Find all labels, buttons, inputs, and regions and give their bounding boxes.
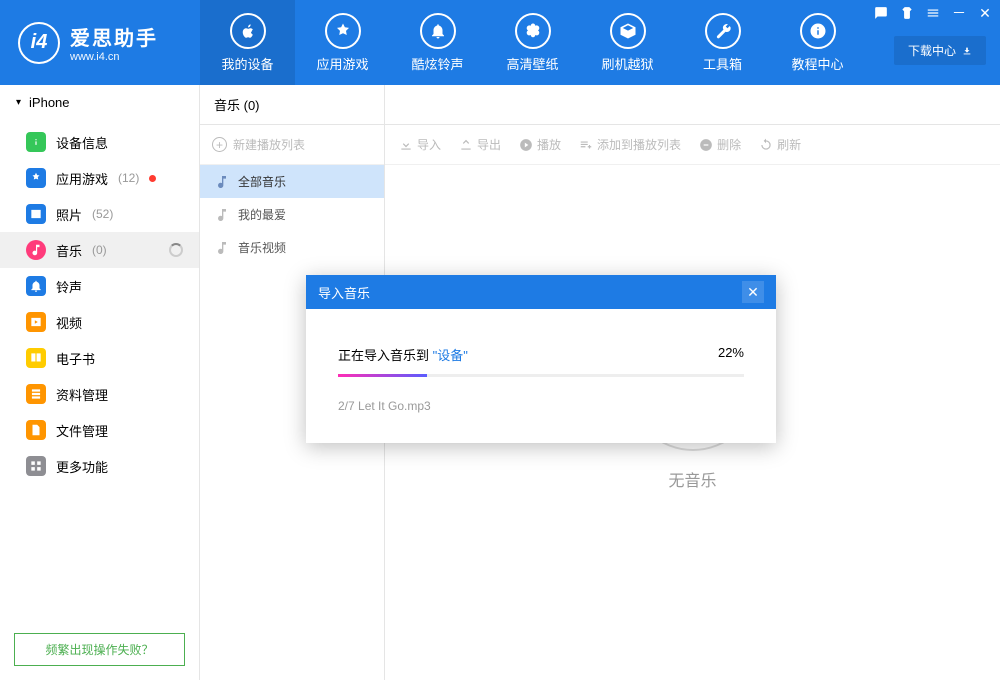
sidebar-file-mgmt[interactable]: 文件管理	[0, 412, 199, 448]
nav-wallpapers[interactable]: 高清壁纸	[485, 0, 580, 85]
sidebar-music[interactable]: 音乐 (0)	[0, 232, 199, 268]
delete-button[interactable]: 删除	[699, 136, 741, 153]
refresh-button[interactable]: 刷新	[759, 136, 801, 153]
app-subtitle: www.i4.cn	[70, 51, 158, 63]
progress-message: 正在导入音乐到 "设备"	[338, 345, 468, 364]
progress-percent: 22%	[718, 345, 744, 364]
sidebar-more[interactable]: 更多功能	[0, 448, 199, 484]
app-logo: i4 爱思助手 www.i4.cn	[0, 0, 200, 85]
grid-icon	[26, 456, 46, 476]
nav-apps[interactable]: 应用游戏	[295, 0, 390, 85]
video-icon	[26, 312, 46, 332]
nav-ringtones[interactable]: 酷炫铃声	[390, 0, 485, 85]
export-icon	[459, 138, 473, 152]
loading-spinner-icon	[169, 243, 183, 257]
music-icon	[26, 240, 46, 260]
app-title: 爱思助手	[70, 22, 158, 51]
flower-icon	[515, 13, 551, 49]
sidebar-ringtones[interactable]: 铃声	[0, 268, 199, 304]
music-note-icon	[214, 240, 230, 256]
device-selector[interactable]: ▾ iPhone	[0, 85, 199, 120]
sidebar-device-info[interactable]: 设备信息	[0, 124, 199, 160]
photo-icon	[26, 204, 46, 224]
close-button[interactable]: ✕	[976, 4, 994, 22]
box-icon	[610, 13, 646, 49]
music-tab[interactable]: 音乐 (0)	[200, 85, 384, 125]
skin-icon[interactable]	[898, 4, 916, 22]
sidebar-ebooks[interactable]: 电子书	[0, 340, 199, 376]
import-icon	[399, 138, 413, 152]
minimize-button[interactable]: －	[950, 4, 968, 22]
add-to-playlist-button[interactable]: 添加到播放列表	[579, 136, 681, 153]
logo-mark: i4	[18, 22, 60, 64]
import-dialog: 导入音乐 ✕ 正在导入音乐到 "设备" 22% 2/7 Let It Go.mp…	[306, 275, 776, 443]
dialog-title: 导入音乐	[318, 283, 370, 302]
refresh-icon	[759, 138, 773, 152]
bell-icon	[26, 276, 46, 296]
wrench-icon	[705, 13, 741, 49]
play-icon	[519, 138, 533, 152]
chevron-down-icon: ▾	[16, 97, 21, 108]
nav-flash[interactable]: 刷机越狱	[580, 0, 675, 85]
category-all-music[interactable]: 全部音乐	[200, 165, 384, 198]
music-toolbar: 导入 导出 播放 添加到播放列表 删除 刷新	[385, 125, 1000, 165]
category-favorites[interactable]: 我的最爱	[200, 198, 384, 231]
play-button[interactable]: 播放	[519, 136, 561, 153]
playlist-add-icon	[579, 138, 593, 152]
export-button[interactable]: 导出	[459, 136, 501, 153]
download-icon	[962, 46, 972, 56]
appstore-icon	[325, 13, 361, 49]
info-icon	[800, 13, 836, 49]
music-note-icon	[214, 174, 230, 190]
current-file: 2/7 Let It Go.mp3	[338, 399, 744, 413]
update-badge	[149, 175, 156, 182]
info-icon	[26, 132, 46, 152]
plus-icon: +	[212, 137, 227, 152]
data-icon	[26, 384, 46, 404]
nav-tutorials[interactable]: 教程中心	[770, 0, 865, 85]
help-button[interactable]: 频繁出现操作失败？	[14, 633, 185, 666]
device-link[interactable]: "设备"	[433, 348, 468, 363]
import-button[interactable]: 导入	[399, 136, 441, 153]
progress-bar	[338, 374, 744, 377]
sidebar-video[interactable]: 视频	[0, 304, 199, 340]
delete-icon	[699, 138, 713, 152]
progress-fill	[338, 374, 427, 377]
sidebar-data-mgmt[interactable]: 资料管理	[0, 376, 199, 412]
dialog-close-button[interactable]: ✕	[742, 281, 764, 303]
music-note-icon	[214, 207, 230, 223]
download-center-button[interactable]: 下载中心	[894, 36, 986, 65]
category-music-video[interactable]: 音乐视频	[200, 231, 384, 264]
nav-tools[interactable]: 工具箱	[675, 0, 770, 85]
bell-icon	[420, 13, 456, 49]
book-icon	[26, 348, 46, 368]
sidebar-photos[interactable]: 照片 (52)	[0, 196, 199, 232]
apple-icon	[230, 13, 266, 49]
nav-my-device[interactable]: 我的设备	[200, 0, 295, 85]
menu-icon[interactable]	[924, 4, 942, 22]
appstore-icon	[26, 168, 46, 188]
file-icon	[26, 420, 46, 440]
new-playlist-button[interactable]: + 新建播放列表	[200, 125, 384, 165]
device-sidebar: ▾ iPhone 设备信息 应用游戏 (12) 照片 (52) 音乐	[0, 85, 200, 680]
sidebar-apps[interactable]: 应用游戏 (12)	[0, 160, 199, 196]
feedback-icon[interactable]	[872, 4, 890, 22]
